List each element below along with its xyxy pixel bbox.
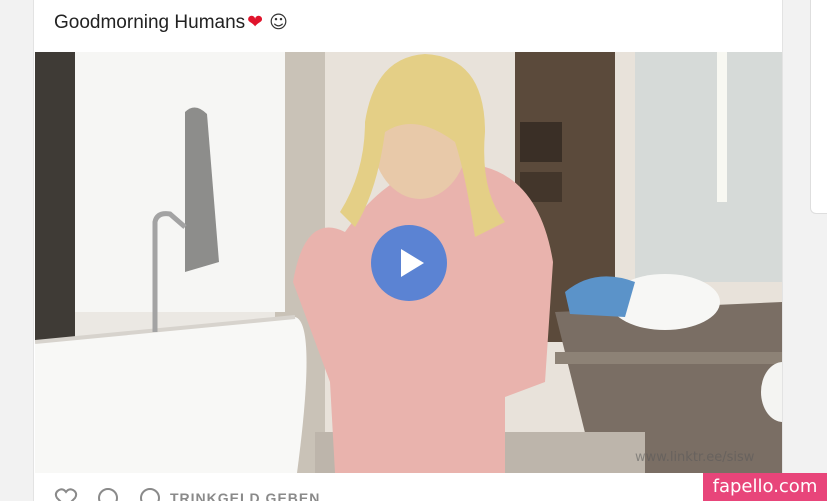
tip-label: TRINKGELD GEBEN <box>170 490 321 501</box>
heart-emoji-icon: ❤ <box>247 12 264 33</box>
video-player[interactable]: www.linktr.ee/sisw <box>35 52 782 473</box>
tip-button[interactable]: TRINKGELD GEBEN <box>138 486 320 501</box>
comment-bubble-icon[interactable] <box>96 486 120 501</box>
video-watermark: www.linktr.ee/sisw <box>635 450 755 465</box>
heart-outline-icon[interactable] <box>54 486 78 501</box>
play-icon <box>401 249 424 277</box>
post-caption: Goodmorning Humans ❤ ☺ <box>54 11 288 34</box>
smile-emoji-icon: ☺ <box>269 12 288 33</box>
side-panel <box>810 0 827 214</box>
caption-text: Goodmorning Humans <box>54 12 246 33</box>
post-card: Goodmorning Humans ❤ ☺ www.linktr.ee/sis… <box>33 0 783 501</box>
dollar-circle-icon <box>138 486 162 501</box>
post-actions: TRINKGELD GEBEN <box>54 488 320 501</box>
site-watermark-badge: fapello.com <box>703 473 827 501</box>
play-button[interactable] <box>371 225 447 301</box>
